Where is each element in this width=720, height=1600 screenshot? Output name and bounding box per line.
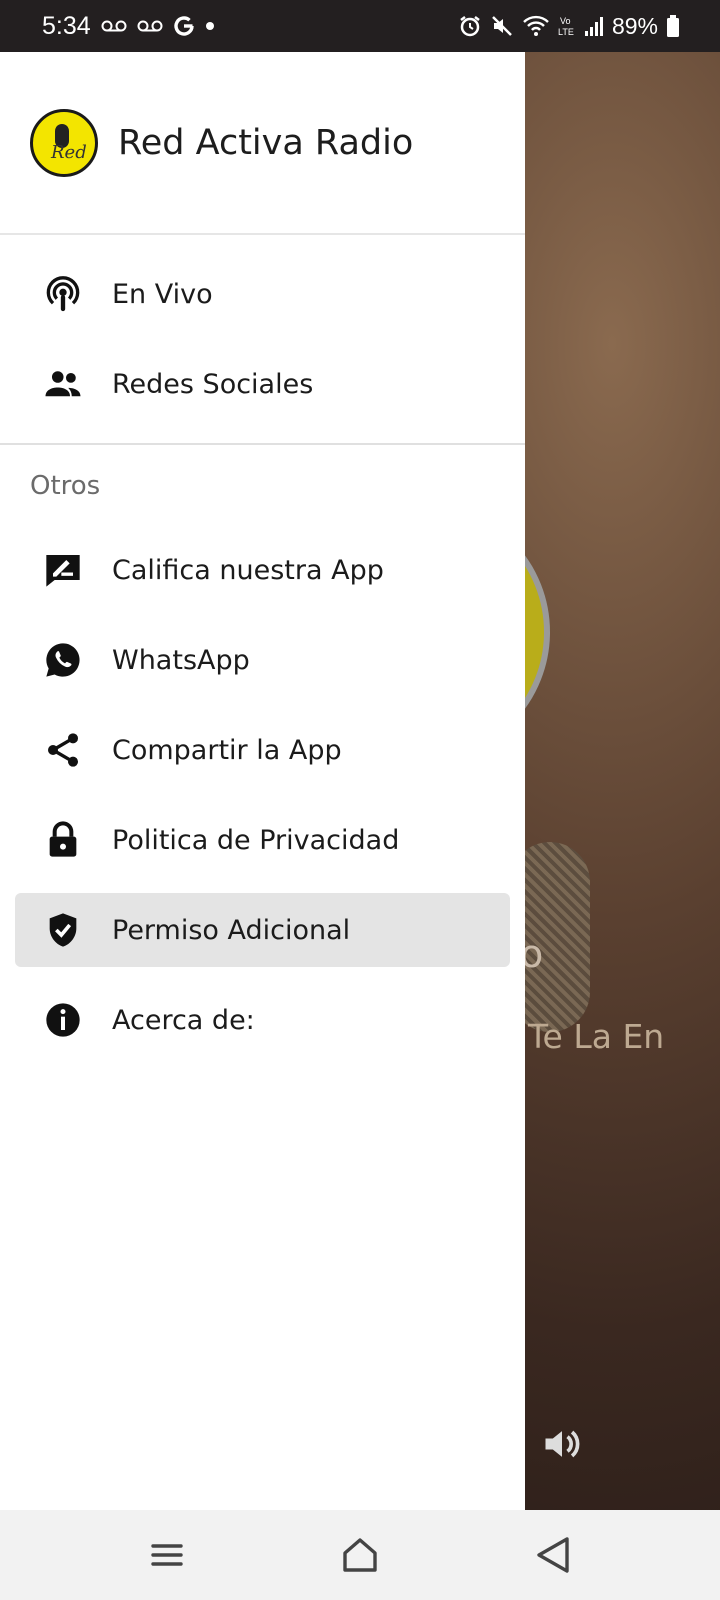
recents-icon[interactable] [137,1525,197,1585]
menu-item-acerca-de[interactable]: Acerca de: [15,975,510,1065]
other-menu: Califica nuestra App WhatsApp Compartir … [0,525,525,1065]
menu-item-califica[interactable]: Califica nuestra App [15,525,510,615]
voicemail-icon [101,19,127,33]
drawer-header: Red Red Activa Radio [0,52,525,235]
mute-icon [490,14,514,38]
menu-label: WhatsApp [112,644,250,676]
info-icon [42,999,84,1041]
menu-item-permiso-adicional[interactable]: Permiso Adicional [15,893,510,967]
volume-icon[interactable] [540,1422,584,1466]
main-menu: En Vivo Redes Sociales [0,235,525,445]
system-navigation-bar [0,1510,720,1600]
app-logo: Red [30,108,98,177]
alarm-icon [458,14,482,38]
menu-item-en-vivo[interactable]: En Vivo [15,249,510,339]
rate-review-icon [42,549,84,591]
share-icon [42,729,84,771]
menu-item-redes-sociales[interactable]: Redes Sociales [15,339,510,429]
menu-label: Redes Sociales [112,368,314,400]
shield-check-icon [42,909,84,951]
google-icon [173,15,195,37]
menu-label: Permiso Adicional [112,914,351,946]
volte-icon: Vo LTE [558,14,576,38]
menu-label: Califica nuestra App [112,554,384,586]
people-icon [42,363,84,405]
menu-item-compartir[interactable]: Compartir la App [15,705,510,795]
clock: 5:34 [42,11,91,40]
battery-percent: 89% [611,12,658,39]
home-icon[interactable] [330,1525,390,1585]
back-icon[interactable] [523,1525,583,1585]
svg-text:LTE: LTE [558,27,574,37]
menu-item-privacidad[interactable]: Politica de Privacidad [15,795,510,885]
section-header-otros: Otros [30,471,101,501]
menu-label: En Vivo [112,278,213,310]
menu-label: Politica de Privacidad [112,824,400,856]
podcast-icon [42,273,84,315]
whatsapp-icon [42,639,84,681]
app-title: Red Activa Radio [118,122,414,163]
menu-label: Compartir la App [112,734,342,766]
menu-item-whatsapp[interactable]: WhatsApp [15,615,510,705]
status-bar: 5:34 Vo LTE 89% [0,0,720,52]
player-subtitle-fragment: Te La En [528,1017,665,1056]
navigation-drawer: Red Red Activa Radio En Vivo Redes Socia… [0,52,525,1510]
voicemail-icon [137,19,163,33]
wifi-icon [522,15,550,37]
dot-icon [205,21,215,31]
battery-icon [666,14,680,38]
lock-icon [42,819,84,861]
svg-text:Vo: Vo [560,16,571,26]
menu-label: Acerca de: [112,1004,255,1036]
signal-icon [584,15,604,37]
